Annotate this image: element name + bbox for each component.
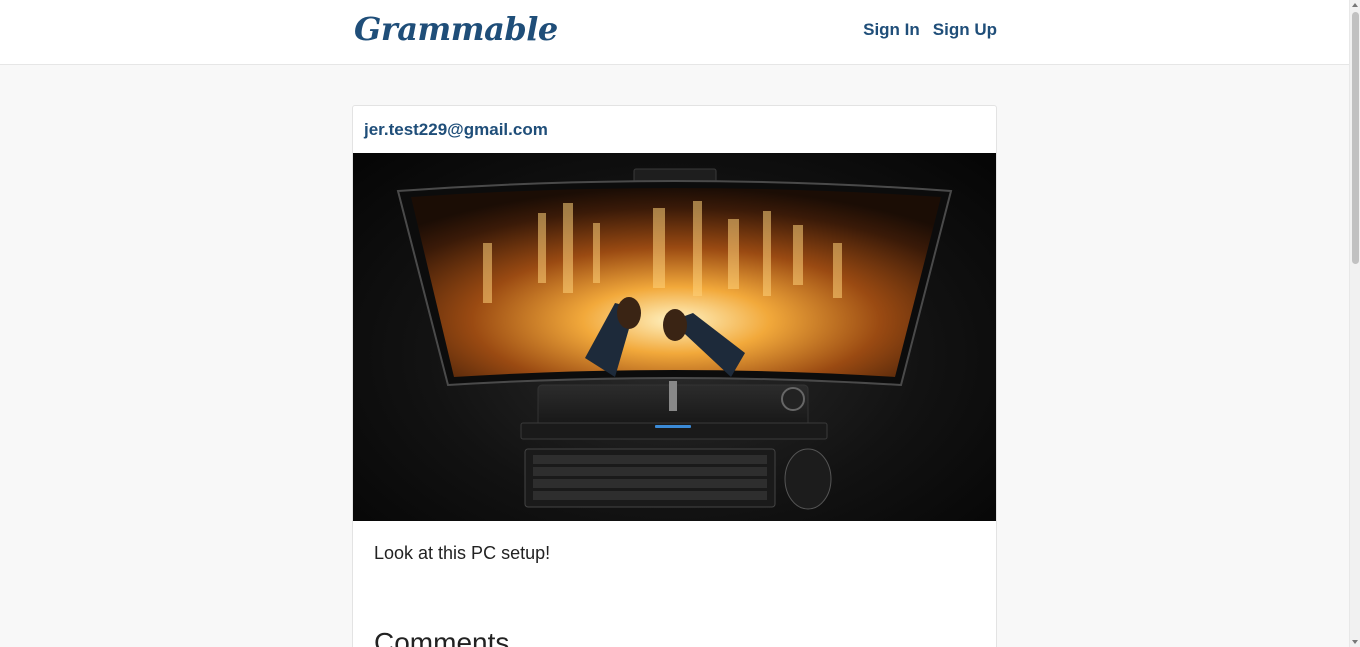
post-card: jer.test229@gmail.com Look at this PC se… [352,105,997,647]
sign-in-link[interactable]: Sign In [863,20,920,40]
comments-heading: Comments [374,627,510,647]
scroll-down-arrow-icon[interactable] [1352,640,1358,644]
post-caption: Look at this PC setup! [374,543,551,563]
pc-setup-illustration [396,168,953,510]
brand-logo[interactable]: Grammable [354,10,558,48]
post-image [353,153,996,521]
page: Grammable Sign In Sign Up jer.test229@gm… [0,0,1360,647]
post-author-email: jer.test229@gmail.com [364,120,548,139]
navbar: Grammable Sign In Sign Up [0,0,1349,65]
scrollbar-thumb[interactable] [1352,12,1359,264]
nav-links: Sign In Sign Up [863,20,997,40]
vertical-scrollbar[interactable] [1349,0,1360,647]
sign-up-link[interactable]: Sign Up [933,20,997,40]
scroll-up-arrow-icon[interactable] [1352,3,1358,7]
